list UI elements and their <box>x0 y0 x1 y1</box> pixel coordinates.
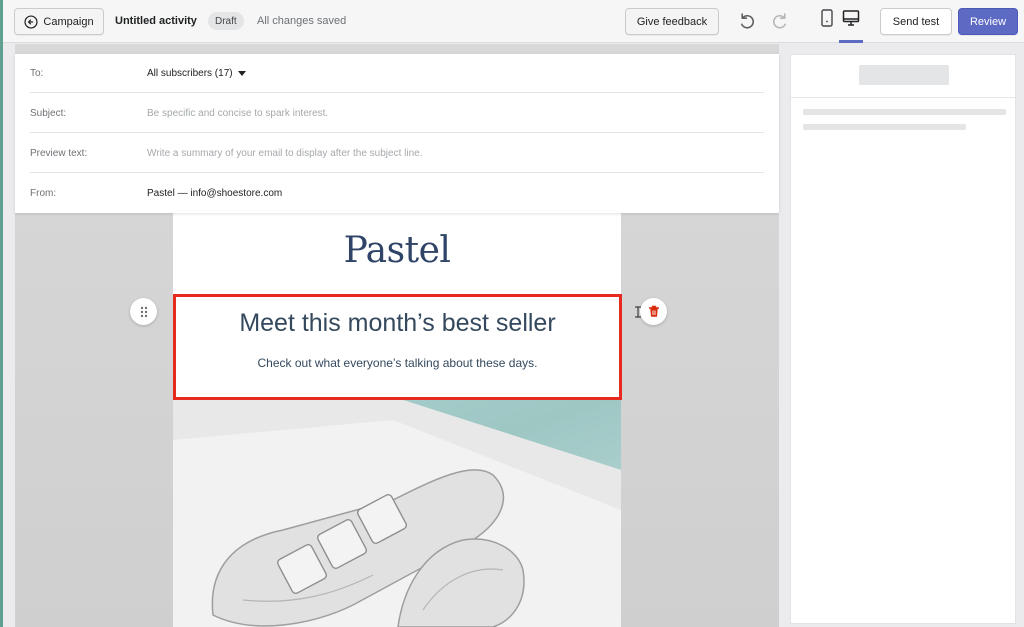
give-feedback-button[interactable]: Give feedback <box>625 8 719 35</box>
email-header-settings: To: All subscribers (17) Subject: Be spe… <box>15 54 779 213</box>
text-cursor-icon <box>635 306 641 318</box>
back-to-campaign-button[interactable]: Campaign <box>14 8 104 35</box>
activity-title[interactable]: Untitled activity <box>115 15 197 27</box>
tab-desktop-view[interactable] <box>839 9 863 43</box>
to-row: To: All subscribers (17) <box>30 54 764 93</box>
from-label: From: <box>30 188 57 199</box>
status-badge: Draft <box>208 12 244 30</box>
trash-icon <box>648 305 659 317</box>
recipients-value: All subscribers (17) <box>147 67 233 79</box>
top-bar: Campaign Untitled activity Draft All cha… <box>3 0 1024 43</box>
redo-icon[interactable] <box>770 11 790 31</box>
selected-text-block[interactable]: Meet this month’s best seller Check out … <box>173 294 622 400</box>
sneakers-image <box>173 400 621 627</box>
desktop-monitor-icon <box>842 10 860 26</box>
drag-dots-icon <box>140 306 147 317</box>
content-skeleton-line <box>803 124 966 130</box>
block-settings-panel <box>790 54 1016 624</box>
from-row: From: Pastel — info@shoestore.com <box>30 174 764 213</box>
back-button-label: Campaign <box>43 15 94 28</box>
save-status: All changes saved <box>257 15 347 27</box>
hero-image[interactable] <box>173 400 621 627</box>
brand-logo[interactable]: Pastel <box>173 230 621 271</box>
editor-canvas: To: All subscribers (17) Subject: Be spe… <box>15 44 779 627</box>
drag-handle[interactable] <box>130 298 157 325</box>
undo-icon[interactable] <box>737 11 757 31</box>
email-headline[interactable]: Meet this month’s best seller <box>176 309 619 338</box>
to-label: To: <box>30 67 44 79</box>
from-value[interactable]: Pastel — info@shoestore.com <box>147 188 282 199</box>
delete-block-button[interactable] <box>640 298 667 325</box>
subject-row: Subject: Be specific and concise to spar… <box>30 94 764 133</box>
preview-text-input[interactable]: Write a summary of your email to display… <box>147 148 422 159</box>
subject-label: Subject: <box>30 107 67 119</box>
app-window: Campaign Untitled activity Draft All cha… <box>3 0 1024 627</box>
tab-mobile-view[interactable] <box>815 9 839 35</box>
preview-text-row: Preview text: Write a summary of your em… <box>30 134 764 173</box>
email-subheadline[interactable]: Check out what everyone’s talking about … <box>176 356 619 370</box>
panel-title-skeleton <box>859 65 949 85</box>
send-test-button[interactable]: Send test <box>880 8 952 35</box>
send-test-label: Send test <box>892 15 940 28</box>
recipients-dropdown[interactable]: All subscribers (17) <box>147 68 246 79</box>
preview-text-label: Preview text: <box>30 147 88 159</box>
content-skeleton-line <box>803 109 1006 115</box>
arrow-left-circle-icon <box>24 14 38 29</box>
caret-down-icon <box>237 70 246 76</box>
subject-input[interactable]: Be specific and concise to spark interes… <box>147 108 328 119</box>
review-button[interactable]: Review <box>958 8 1018 35</box>
feedback-button-label: Give feedback <box>636 15 708 28</box>
panel-divider <box>791 97 1015 98</box>
mobile-device-icon <box>821 9 833 27</box>
review-label: Review <box>969 15 1007 28</box>
